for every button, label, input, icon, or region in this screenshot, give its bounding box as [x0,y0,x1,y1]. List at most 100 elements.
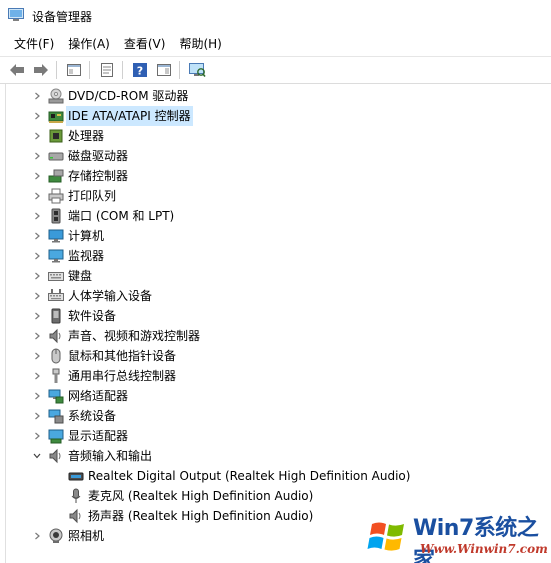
tree-device[interactable]: 麦克风 (Realtek High Definition Audio) [6,486,546,506]
watermark-url: Www.Winwin7.com [420,542,548,556]
tree-category[interactable]: 键盘 [6,266,546,286]
chevron-right-icon[interactable] [32,226,42,246]
chevron-right-icon[interactable] [32,166,42,186]
tree-category[interactable]: 端口 (COM 和 LPT) [6,206,546,226]
action-pane-icon[interactable] [153,59,175,81]
tree-category[interactable]: 系统设备 [6,406,546,426]
properties-sheet-icon[interactable] [96,59,118,81]
camera-icon [48,528,64,544]
printer-icon [48,188,64,204]
tree-category[interactable]: 处理器 [6,126,546,146]
chevron-right-icon[interactable] [32,86,42,106]
speaker-icon [48,328,64,344]
windows-logo-icon [367,516,408,556]
tree-node-label: 人体学输入设备 [68,289,153,303]
chevron-down-icon[interactable] [32,446,42,466]
menu-bar: 文件(F) 操作(A) 查看(V) 帮助(H) [0,32,551,56]
chevron-right-icon[interactable] [32,186,42,206]
chevron-right-icon[interactable] [32,286,42,306]
tree-category[interactable]: DVD/CD-ROM 驱动器 [6,86,546,106]
chevron-right-icon[interactable] [32,526,42,546]
dvd-drive-icon [48,88,64,104]
tree-node-label: 处理器 [68,129,105,143]
port-icon [48,208,64,224]
menu-view[interactable]: 查看(V) [118,33,172,55]
tree-category[interactable]: 计算机 [6,226,546,246]
tree-node-label: 照相机 [68,529,105,543]
chevron-right-icon[interactable] [32,346,42,366]
tree-category[interactable]: 显示适配器 [6,426,546,446]
help-icon[interactable]: ? [129,59,151,81]
tree-node-label: 监视器 [68,249,105,263]
device-tree[interactable]: DVD/CD-ROM 驱动器 IDE ATA/ATAPI 控制器处理器磁盘驱动器存… [5,84,551,563]
network-adapter-icon [48,388,64,404]
tree-category[interactable]: 人体学输入设备 [6,286,546,306]
watermark: Win7系统之家 Www.Winwin7.com [358,510,551,563]
tree-node-label: 端口 (COM 和 LPT) [68,209,175,223]
software-device-icon [48,308,64,324]
tree-node-label: 通用串行总线控制器 [68,369,177,383]
back-arrow-icon[interactable] [6,59,28,81]
system-device-icon [48,408,64,424]
chevron-right-icon[interactable] [32,106,42,126]
tree-device[interactable]: Realtek Digital Output (Realtek High Def… [6,466,546,486]
menu-file[interactable]: 文件(F) [8,33,60,55]
chevron-right-icon[interactable] [32,406,42,426]
monitor-icon [48,248,64,264]
title-bar[interactable]: 设备管理器 [0,0,551,32]
tree-node-label: 声音、视频和游戏控制器 [68,329,201,343]
tree-category[interactable]: 网络适配器 [6,386,546,406]
tree-node-label: Realtek Digital Output (Realtek High Def… [88,469,411,483]
tree-category[interactable]: 软件设备 [6,306,546,326]
tree-node-label: 系统设备 [68,409,117,423]
chevron-right-icon[interactable] [32,206,42,226]
computer-icon [48,228,64,244]
hid-icon [48,288,64,304]
disk-drive-icon [48,148,64,164]
toolbar-separator [122,61,123,79]
toolbar-separator [89,61,90,79]
chevron-right-icon[interactable] [32,126,42,146]
tree-category[interactable]: 声音、视频和游戏控制器 [6,326,546,346]
tree-node-label: 存储控制器 [68,169,129,183]
window-title: 设备管理器 [32,10,93,24]
tree-node-label: 鼠标和其他指针设备 [68,349,177,363]
menu-action[interactable]: 操作(A) [62,33,116,55]
chevron-right-icon[interactable] [32,426,42,446]
chevron-right-icon[interactable] [32,386,42,406]
chevron-right-icon[interactable] [32,306,42,326]
tree-node-label: 磁盘驱动器 [68,149,129,163]
tree-category[interactable]: 打印队列 [6,186,546,206]
tree-node-label: 扬声器 (Realtek High Definition Audio) [88,509,314,523]
mouse-icon [48,348,64,364]
chevron-right-icon[interactable] [32,326,42,346]
tree-node-label: 显示适配器 [68,429,129,443]
chevron-right-icon[interactable] [32,146,42,166]
chevron-right-icon[interactable] [32,246,42,266]
svg-text:?: ? [137,65,143,78]
tree-category[interactable]: 监视器 [6,246,546,266]
tree-node-label: 麦克风 (Realtek High Definition Audio) [88,489,314,503]
tree-node-label: 打印队列 [68,189,117,203]
chevron-right-icon[interactable] [32,366,42,386]
device-manager-window: 设备管理器 文件(F) 操作(A) 查看(V) 帮助(H) ? DVD/CD-R… [0,0,551,563]
microphone-icon [68,488,84,504]
device-manager-app-icon [8,8,24,22]
tree-node-label: 键盘 [68,269,93,283]
tree-category[interactable]: IDE ATA/ATAPI 控制器 [6,106,546,126]
tree-category[interactable]: 存储控制器 [6,166,546,186]
scan-monitor-icon[interactable] [186,59,208,81]
tree-category[interactable]: 音频输入和输出 [6,446,546,466]
chevron-right-icon[interactable] [32,266,42,286]
tree-node-label: 网络适配器 [68,389,129,403]
processor-icon [48,128,64,144]
properties-pane-icon[interactable] [63,59,85,81]
tree-category[interactable]: 鼠标和其他指针设备 [6,346,546,366]
forward-arrow-icon[interactable] [30,59,52,81]
toolbar: ? [0,56,551,84]
speaker-icon [68,508,84,524]
menu-help[interactable]: 帮助(H) [173,33,227,55]
tree-category[interactable]: 磁盘驱动器 [6,146,546,166]
tree-category[interactable]: 通用串行总线控制器 [6,366,546,386]
tree-node-label: 软件设备 [68,309,117,323]
